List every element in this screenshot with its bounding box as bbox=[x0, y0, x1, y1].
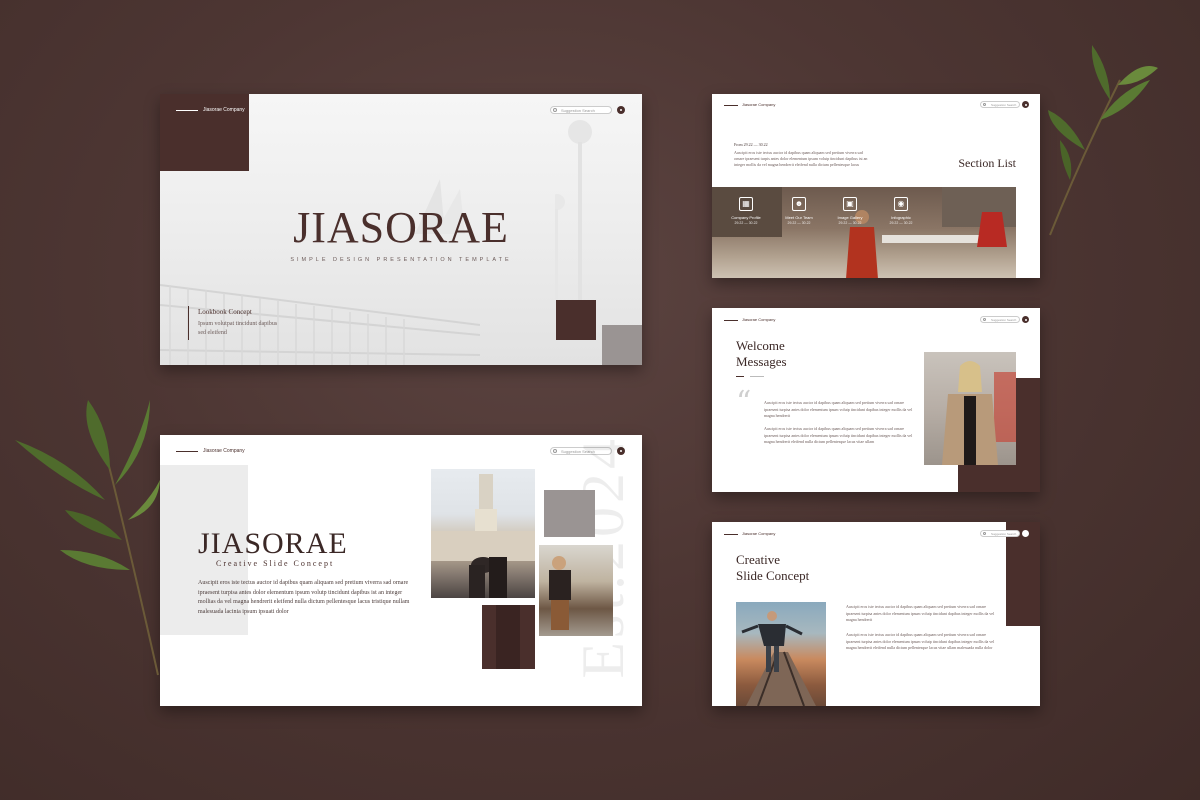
section-item-label: Infographic bbox=[891, 215, 911, 220]
company-name: Jiasorae Company bbox=[742, 531, 776, 536]
menu-button[interactable] bbox=[1022, 101, 1029, 108]
company-name: Jiasorae Company bbox=[742, 317, 776, 322]
photo-woman-coat bbox=[924, 352, 1016, 465]
section-item-range: 29.22 — 30.22 bbox=[787, 221, 811, 225]
section-item-range: 29.22 — 30.22 bbox=[889, 221, 913, 225]
welcome-title-line2: Messages bbox=[736, 354, 787, 369]
section-item-label: Image Gallery bbox=[837, 215, 863, 220]
section-item-label: Company Profile bbox=[731, 215, 761, 220]
section-item-image-gallery[interactable]: ▣ Image Gallery 29.22 — 30.22 bbox=[830, 197, 870, 225]
header-line bbox=[176, 110, 198, 111]
section-item-range: 29.22 — 30.22 bbox=[734, 221, 758, 225]
photo-woman-jacket bbox=[539, 545, 613, 636]
search-icon bbox=[553, 108, 557, 112]
section-item-meet-team[interactable]: ☻ Meet Our Team 29.22 — 30.22 bbox=[779, 197, 819, 225]
search-input[interactable]: Suggestion Search bbox=[980, 530, 1020, 537]
header-line bbox=[724, 534, 738, 535]
section-item-company-profile[interactable]: ▦ Company Profile 29.22 — 30.22 bbox=[726, 197, 766, 225]
creative-title-line2: Slide Concept bbox=[736, 568, 810, 583]
intro-subtitle: Creative Slide Concept bbox=[216, 559, 335, 568]
collage-grey-square bbox=[544, 490, 595, 537]
search-input[interactable]: Suggestion Search bbox=[980, 316, 1020, 323]
intro-title: JIASORAE bbox=[198, 527, 348, 560]
welcome-paragraph-2: Auscipit eros iste tectus auctor id dapi… bbox=[764, 426, 913, 444]
date-range: From 29.22 — 30.22 bbox=[734, 142, 768, 147]
search-placeholder: Suggestion Search bbox=[991, 532, 1017, 536]
header-line bbox=[724, 320, 738, 321]
infographic-icon: ◉ bbox=[894, 197, 908, 211]
woman-coat-illustration bbox=[942, 361, 1016, 465]
menu-button[interactable] bbox=[617, 106, 625, 114]
corner-block bbox=[160, 94, 249, 171]
company-name: Jiasorae Company bbox=[203, 448, 245, 454]
search-icon bbox=[983, 532, 986, 535]
slide-creative[interactable]: Jiasorae Company Suggestion Search Creat… bbox=[712, 522, 1040, 706]
concept-divider bbox=[188, 306, 189, 340]
creative-title-line1: Creative bbox=[736, 552, 781, 567]
company-name: Jiasorae Company bbox=[203, 107, 245, 113]
title-underline bbox=[736, 376, 744, 377]
slide-cover[interactable]: Jiasorae Company Suggestion Search JIASO… bbox=[160, 94, 642, 365]
welcome-paragraph-1: Auscipit eros iste tectus auctor id dapi… bbox=[764, 400, 913, 418]
search-input[interactable]: Suggestion Search bbox=[980, 101, 1020, 108]
building-icon: ▦ bbox=[739, 197, 753, 211]
accent-square bbox=[556, 300, 596, 340]
search-input[interactable]: Suggestion Search bbox=[550, 106, 612, 114]
search-placeholder: Suggestion Search bbox=[991, 103, 1017, 107]
photo-man-railway bbox=[736, 602, 826, 706]
quote-mark: “ bbox=[736, 385, 752, 420]
company-name: Jiasorae Company bbox=[742, 102, 776, 107]
gallery-icon: ▣ bbox=[843, 197, 857, 211]
section-item-infographic[interactable]: ◉ Infographic 29.22 — 30.22 bbox=[881, 197, 921, 225]
creative-paragraph-2: Auscipit eros iste tectus auctor id dapi… bbox=[846, 632, 995, 650]
concept-text: Ipsum volutpat tincidunt dapibus sed ele… bbox=[198, 321, 278, 336]
accent-square-grey bbox=[602, 325, 642, 365]
photo-brown-block bbox=[482, 605, 535, 669]
cover-subtitle: SIMPLE DESIGN PRESENTATION TEMPLATE bbox=[290, 257, 512, 263]
figure-illustration bbox=[496, 605, 520, 669]
search-icon bbox=[983, 318, 986, 321]
menu-button[interactable] bbox=[1022, 530, 1029, 537]
slide-section-list[interactable]: Jiasorae Company Suggestion Search From … bbox=[712, 94, 1040, 278]
leaf-branch-right bbox=[1048, 45, 1158, 236]
section-list-title: Section List bbox=[958, 156, 1016, 170]
creative-paragraph-1: Auscipit eros iste tectus auctor id dapi… bbox=[846, 604, 995, 622]
welcome-title-line1: Welcome bbox=[736, 338, 785, 353]
slide-welcome[interactable]: Jiasorae Company Suggestion Search Welco… bbox=[712, 308, 1040, 492]
search-icon bbox=[553, 449, 557, 453]
team-icon: ☻ bbox=[792, 197, 806, 211]
building-illustration bbox=[431, 474, 535, 598]
intro-body: Auscipit eros iste tectus auctor id dapi… bbox=[198, 580, 410, 615]
photo-building-women bbox=[431, 469, 535, 598]
welcome-title: Welcome Messages bbox=[736, 338, 787, 370]
search-placeholder: Suggestion Search bbox=[991, 318, 1017, 322]
railway-illustration bbox=[741, 611, 816, 706]
header-line bbox=[176, 451, 198, 452]
creative-title: Creative Slide Concept bbox=[736, 552, 809, 584]
menu-button[interactable] bbox=[1022, 316, 1029, 323]
section-intro-text: Auscipit eros iste tectus auctor id dapi… bbox=[734, 150, 868, 167]
concept-heading: Lookbook Concept bbox=[198, 308, 252, 316]
leaf-branch-left bbox=[15, 400, 160, 676]
search-placeholder: Suggestion Search bbox=[561, 108, 595, 113]
title-underline-light bbox=[750, 376, 764, 377]
search-icon bbox=[983, 103, 986, 106]
cover-title: JIASORAE bbox=[293, 203, 509, 252]
street-photo-strip: ▦ Company Profile 29.22 — 30.22 ☻ Meet O… bbox=[712, 187, 1016, 278]
section-item-range: 29.22 — 30.22 bbox=[838, 221, 862, 225]
section-item-label: Meet Our Team bbox=[785, 215, 813, 220]
header-line bbox=[724, 105, 738, 106]
slide-intro[interactable]: Jiasorae Company Suggestion Search Est.2… bbox=[160, 435, 642, 706]
woman-illustration bbox=[549, 556, 571, 630]
